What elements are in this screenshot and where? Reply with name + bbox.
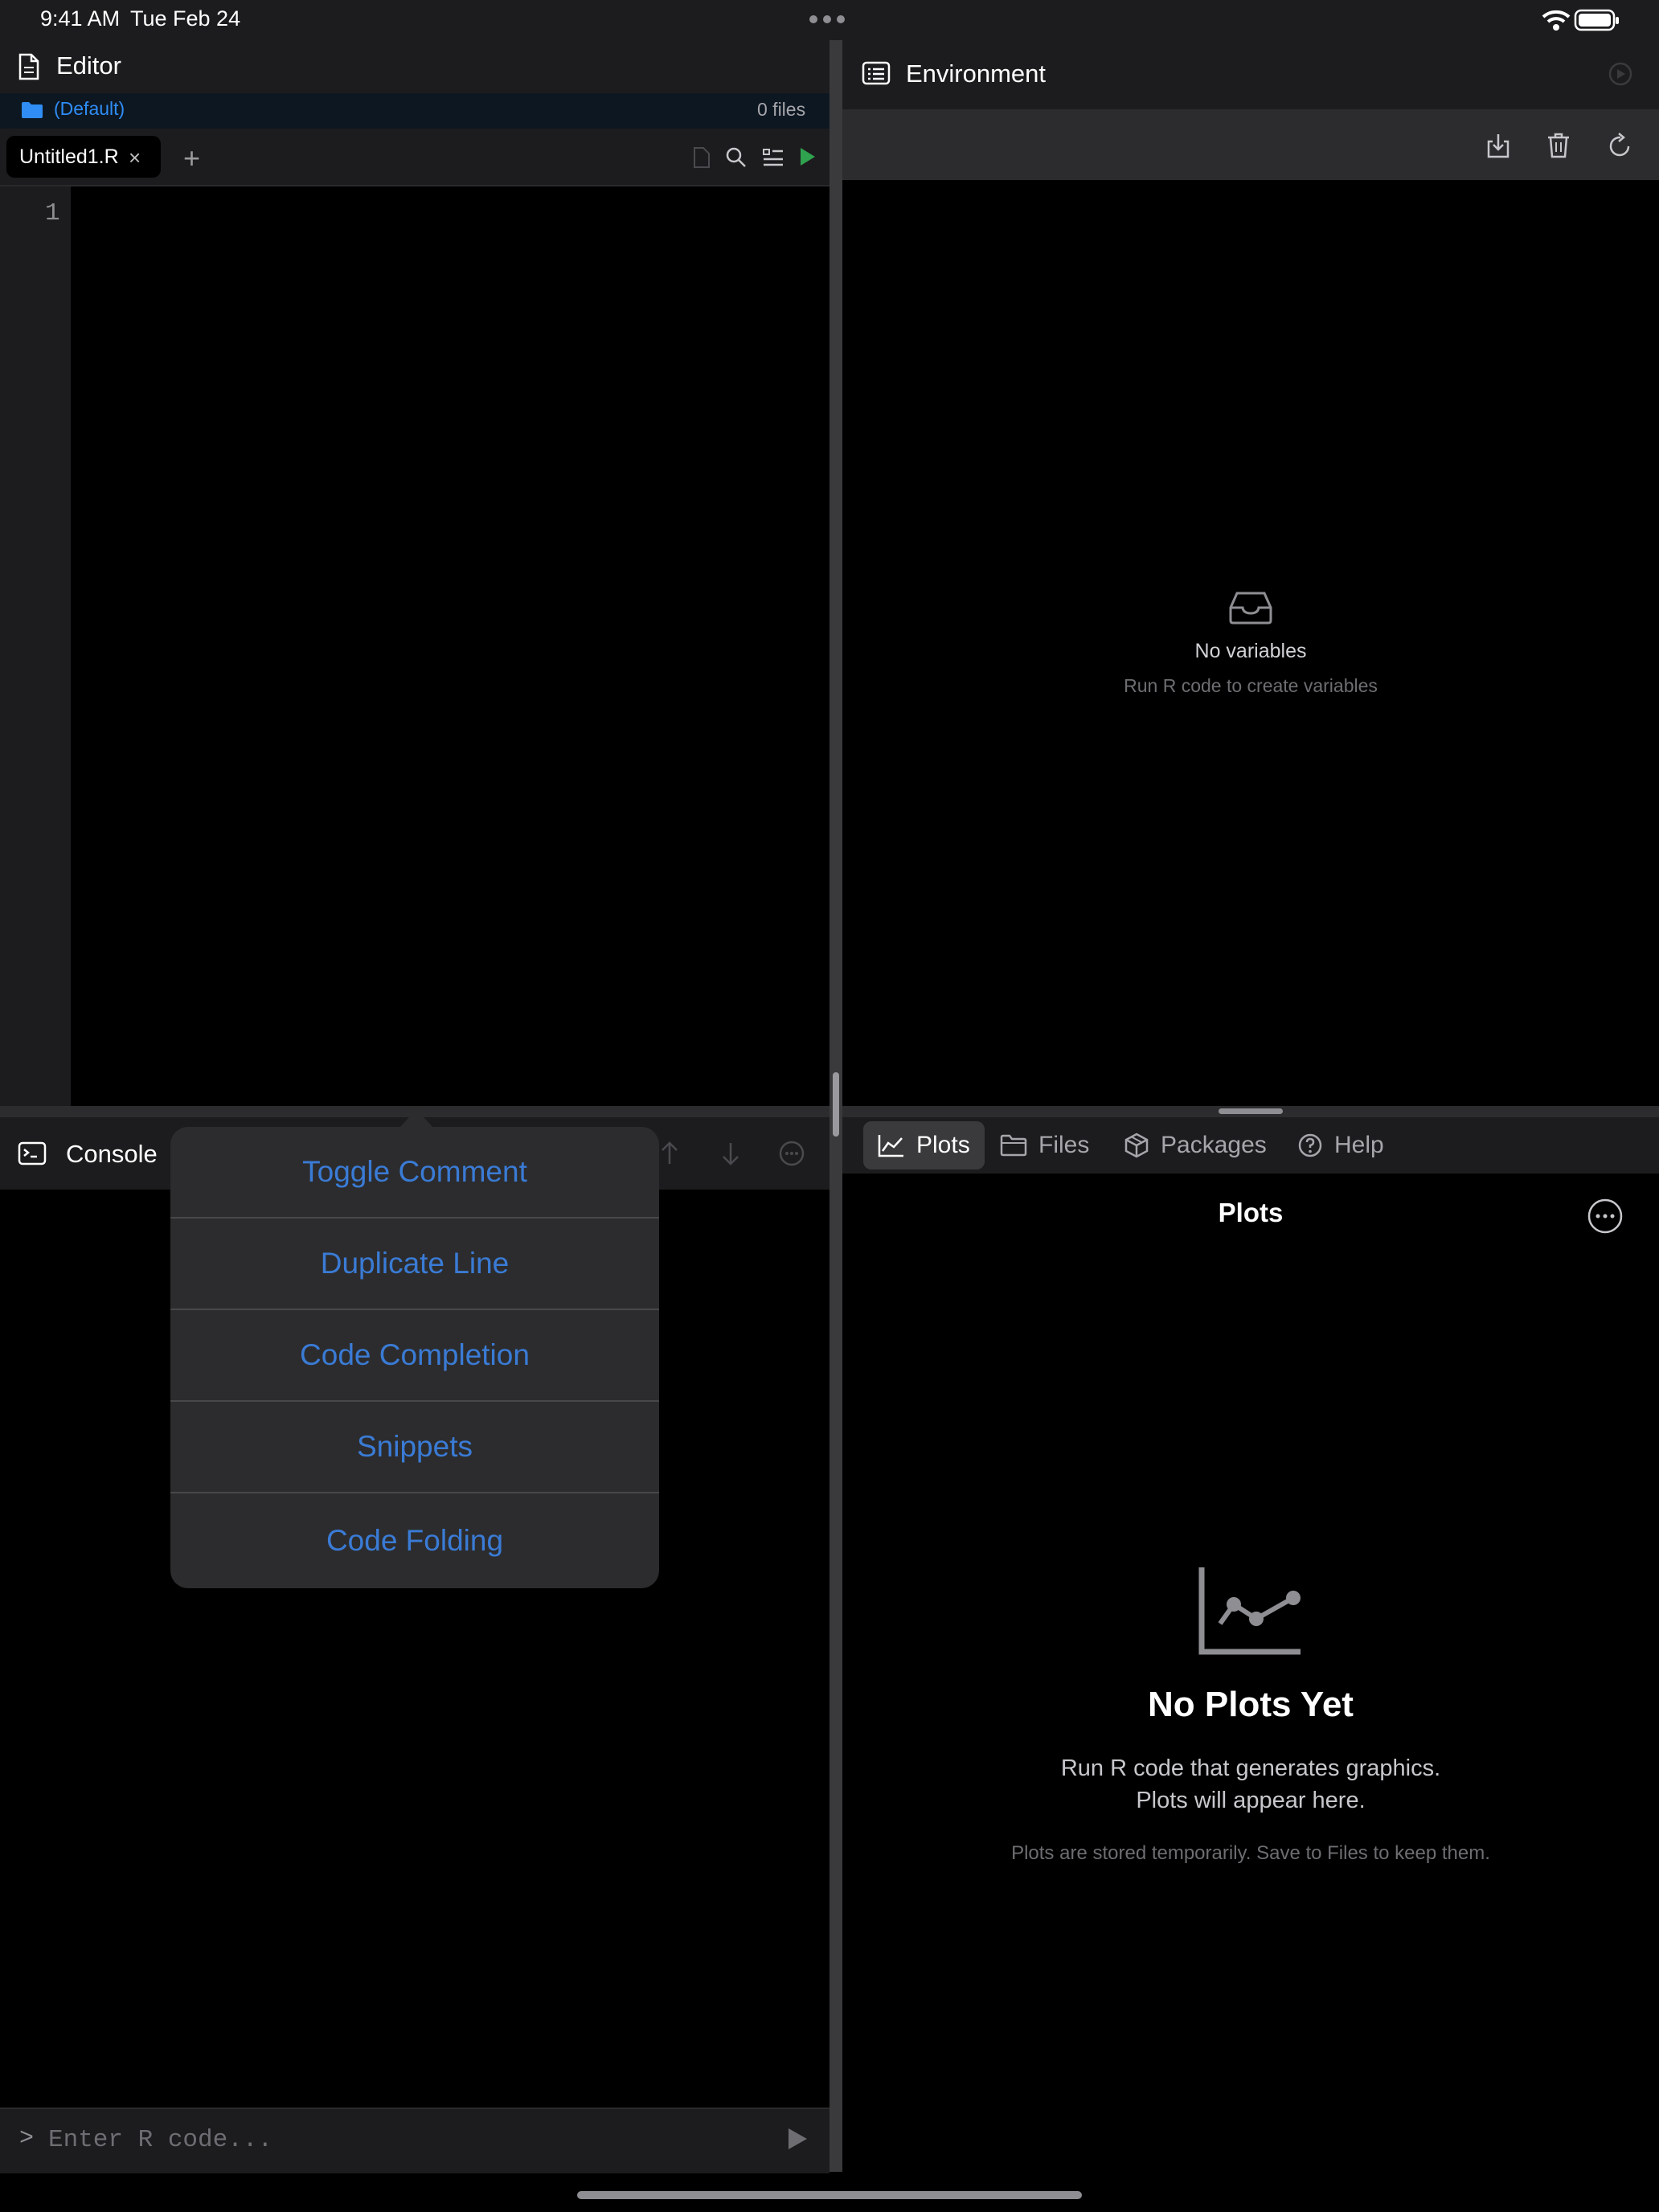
tab-plots-label: Plots (916, 1132, 970, 1158)
send-icon[interactable] (786, 2127, 809, 2151)
menu-code-folding[interactable]: Code Folding (170, 1493, 659, 1588)
add-tab-button[interactable]: + (183, 141, 200, 175)
tab-close-button[interactable]: × (129, 145, 141, 170)
tab-files[interactable]: Files (985, 1121, 1104, 1169)
folder-icon (21, 101, 43, 119)
home-indicator[interactable] (577, 2191, 1082, 2199)
plots-title: Plots (1218, 1198, 1284, 1227)
multitasking-dots-icon[interactable] (809, 14, 846, 24)
console-more-icon[interactable] (778, 1140, 805, 1167)
environment-title: Environment (906, 59, 1047, 88)
file-count: 0 files (757, 99, 806, 120)
history-up-icon[interactable] (659, 1140, 680, 1167)
search-icon[interactable] (725, 146, 748, 169)
plot-chart-icon (878, 1133, 905, 1157)
tab-files-label: Files (1038, 1132, 1090, 1158)
tab-packages-label: Packages (1161, 1132, 1267, 1158)
history-down-icon[interactable] (720, 1140, 741, 1167)
environment-icon (862, 61, 891, 85)
list-icon[interactable] (762, 147, 784, 168)
battery-icon (1574, 8, 1620, 32)
editor-header (0, 40, 830, 93)
editor-title: Editor (56, 51, 121, 80)
terminal-icon (18, 1141, 47, 1165)
menu-snippets[interactable]: Snippets (170, 1402, 659, 1493)
tab-help[interactable]: Help (1283, 1121, 1399, 1169)
status-date: Tue Feb 24 (130, 6, 241, 31)
new-file-icon[interactable] (693, 146, 711, 169)
tab-plots[interactable]: Plots (863, 1121, 985, 1169)
help-icon (1297, 1133, 1323, 1158)
menu-duplicate-line[interactable]: Duplicate Line (170, 1219, 659, 1310)
inbox-icon (1227, 590, 1274, 625)
console-input[interactable] (48, 2122, 772, 2157)
more-icon[interactable] (1587, 1198, 1624, 1235)
no-plots-title: No Plots Yet (1148, 1685, 1354, 1724)
line-number-gutter (0, 186, 71, 1106)
no-plots-message-line2: Plots will appear here. (1136, 1788, 1366, 1813)
trash-icon[interactable] (1546, 132, 1571, 159)
refresh-icon[interactable] (1608, 132, 1633, 159)
files-folder-icon (1000, 1134, 1027, 1157)
no-plots-message-line1: Run R code that generates graphics. (1060, 1755, 1441, 1781)
run-icon[interactable] (799, 146, 817, 167)
wifi-icon (1540, 8, 1572, 32)
env-empty-title: No variables (1194, 640, 1307, 662)
editor-actions-menu: Toggle Comment Duplicate Line Code Compl… (170, 1127, 659, 1588)
console-prompt: > (19, 2125, 35, 2153)
folder-name[interactable]: (Default) (54, 98, 125, 120)
line-number: 1 (45, 199, 60, 227)
tab-label[interactable]: Untitled1.R (19, 145, 119, 169)
vertical-split-handle[interactable] (833, 1072, 839, 1137)
settings-icon[interactable] (1608, 61, 1633, 87)
right-horizontal-handle[interactable] (1219, 1108, 1283, 1114)
status-time: 9:41 AM (40, 6, 121, 31)
package-icon (1124, 1133, 1149, 1158)
menu-code-completion[interactable]: Code Completion (170, 1310, 659, 1402)
plots-storage-note: Plots are stored temporarily. Save to Fi… (1011, 1842, 1490, 1864)
popover-arrow (399, 1109, 434, 1129)
empty-plot-chart-icon (1198, 1566, 1302, 1656)
code-editor-area[interactable] (71, 186, 830, 1106)
tab-packages[interactable]: Packages (1109, 1121, 1281, 1169)
console-title: Console (66, 1140, 158, 1168)
tab-help-label: Help (1334, 1132, 1384, 1158)
env-empty-subtitle: Run R code to create variables (1124, 675, 1378, 696)
document-icon (18, 53, 40, 80)
import-icon[interactable] (1485, 132, 1511, 159)
environment-toolbar (842, 109, 1659, 180)
menu-toggle-comment[interactable]: Toggle Comment (170, 1127, 659, 1219)
